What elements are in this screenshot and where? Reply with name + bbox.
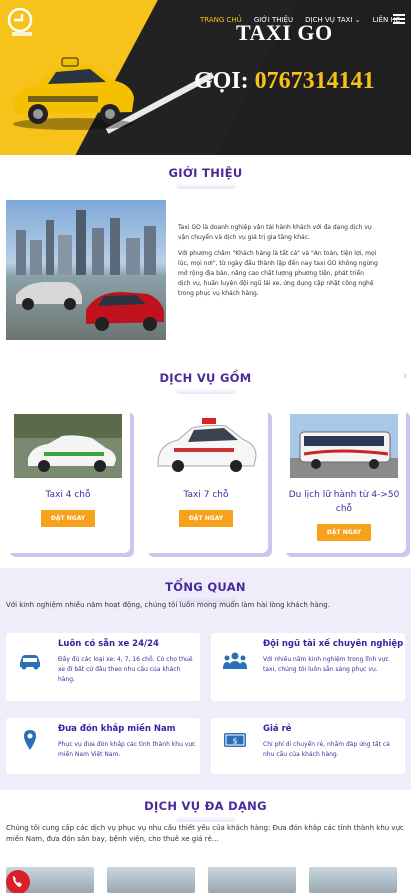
car-icon bbox=[20, 655, 40, 670]
feature-card: $ Giá rẻ Chỉ phí di chuyển rẻ, nhằm đáp … bbox=[211, 718, 405, 774]
order-now-button[interactable]: ĐẶT NGAY bbox=[178, 510, 234, 527]
service-card-taxi-4: Taxi 4 chỗ ĐẶT NGAY bbox=[6, 408, 130, 553]
service-card-taxi-7: Taxi 7 chỗ ĐẶT NGAY bbox=[144, 408, 268, 553]
hero-title: TAXI GO bbox=[236, 20, 333, 45]
feature-card: Đội ngũ tài xế chuyên nghiệp Với nhiều n… bbox=[211, 633, 405, 701]
team-icon bbox=[223, 652, 247, 669]
tour-bus-image bbox=[290, 414, 398, 478]
intro-paragraph-2: Với phương châm "Khách hàng là tất cả" v… bbox=[178, 250, 378, 297]
taxi-7-seat-image bbox=[152, 414, 260, 478]
chevron-down-icon: ⌄ bbox=[354, 16, 361, 24]
service-name: Du lịch lữ hành từ 4->50 chỗ bbox=[288, 490, 400, 514]
feature-title: Giá rẻ bbox=[263, 724, 292, 734]
service-name: Taxi 7 chỗ bbox=[183, 490, 229, 500]
service-name: Taxi 4 chỗ bbox=[45, 490, 91, 500]
location-pin-icon bbox=[24, 730, 36, 750]
taxi-4-seat-image bbox=[14, 414, 122, 478]
money-icon: $ bbox=[224, 733, 246, 747]
phone-call-button[interactable] bbox=[6, 870, 30, 893]
call-number[interactable]: 0767314141 bbox=[255, 68, 375, 94]
phone-icon bbox=[13, 876, 22, 887]
service-thumbnail[interactable] bbox=[107, 867, 195, 893]
feature-card: Luôn có sẵn xe 24/24 Đầy đủ các loại xe:… bbox=[6, 633, 200, 701]
chevron-right-icon[interactable]: › bbox=[403, 370, 407, 382]
service-thumbnail[interactable] bbox=[208, 867, 296, 893]
intro-paragraph-1: Taxi GO là doanh nghiệp vận tải hành khá… bbox=[178, 224, 372, 241]
overview-section: TỔNG QUAN Với kinh nghiệm nhiều năm hoạt… bbox=[0, 568, 411, 790]
feature-text: Chỉ phí di chuyển rẻ, nhằm đáp ứng tất c… bbox=[263, 741, 390, 758]
diverse-text: Chúng tôi cung cấp các dịch vụ phục vụ n… bbox=[6, 824, 404, 843]
feature-title: Luôn có sẵn xe 24/24 bbox=[58, 639, 159, 649]
feature-title: Đội ngũ tài xế chuyên nghiệp bbox=[263, 639, 404, 649]
overview-title: TỔNG QUAN bbox=[165, 580, 246, 594]
order-now-button[interactable]: ĐẶT NGAY bbox=[316, 524, 372, 541]
order-now-button[interactable]: ĐẶT NGAY bbox=[40, 510, 96, 527]
svg-text:$: $ bbox=[232, 737, 237, 746]
service-card-tour: Du lịch lữ hành từ 4->50 chỗ ĐẶT NGAY bbox=[282, 408, 406, 553]
hero-call-line[interactable]: GỌI: 0767314141 bbox=[194, 68, 375, 95]
services-section: DỊCH VỤ GỒM › Taxi 4 chỗ ĐẶT NGAY Taxi 7… bbox=[0, 360, 411, 568]
service-thumbnail[interactable] bbox=[309, 867, 397, 893]
taxi-car-image bbox=[13, 57, 134, 130]
diverse-title: DỊCH VỤ ĐA DẠNG bbox=[144, 799, 267, 813]
feature-card: Đưa đón khắp miền Nam Phục vụ đưa đón kh… bbox=[6, 718, 200, 774]
intro-title: GIỚI THIỆU bbox=[168, 166, 243, 180]
intro-section: GIỚI THIỆU Taxi GO là doanh nghiệp vận t… bbox=[0, 155, 411, 360]
hero-banner: TRANG CHỦ GIỚI THIỆU DỊCH VỤ TAXI ⌄ LIÊN… bbox=[0, 0, 411, 155]
call-prefix: GỌI: bbox=[194, 68, 249, 94]
overview-subtitle: Với kinh nghiệm nhiều năm hoạt động, chú… bbox=[6, 601, 330, 609]
feature-text: Với nhiều năm kinh nghiệm trong lĩnh vực… bbox=[263, 656, 389, 673]
feature-text: Đầy đủ các loại xe: 4, 7, 16 chỗ. Có cho… bbox=[58, 656, 193, 683]
intro-text: Taxi GO là doanh nghiệp vận tải hành khá… bbox=[178, 223, 378, 305]
taxi-go-logo[interactable] bbox=[6, 6, 42, 38]
services-title: DỊCH VỤ GỒM bbox=[159, 371, 252, 385]
feature-text: Phục vụ đưa đón khắp các tỉnh thành khu … bbox=[58, 741, 196, 758]
feature-title: Đưa đón khắp miền Nam bbox=[58, 724, 176, 734]
intro-city-cars-image bbox=[6, 200, 166, 340]
diverse-services-section: DỊCH VỤ ĐA DẠNG Chúng tôi cung cấp các d… bbox=[0, 790, 411, 893]
menu-icon[interactable] bbox=[393, 14, 405, 24]
thumbnail-row bbox=[6, 867, 397, 893]
